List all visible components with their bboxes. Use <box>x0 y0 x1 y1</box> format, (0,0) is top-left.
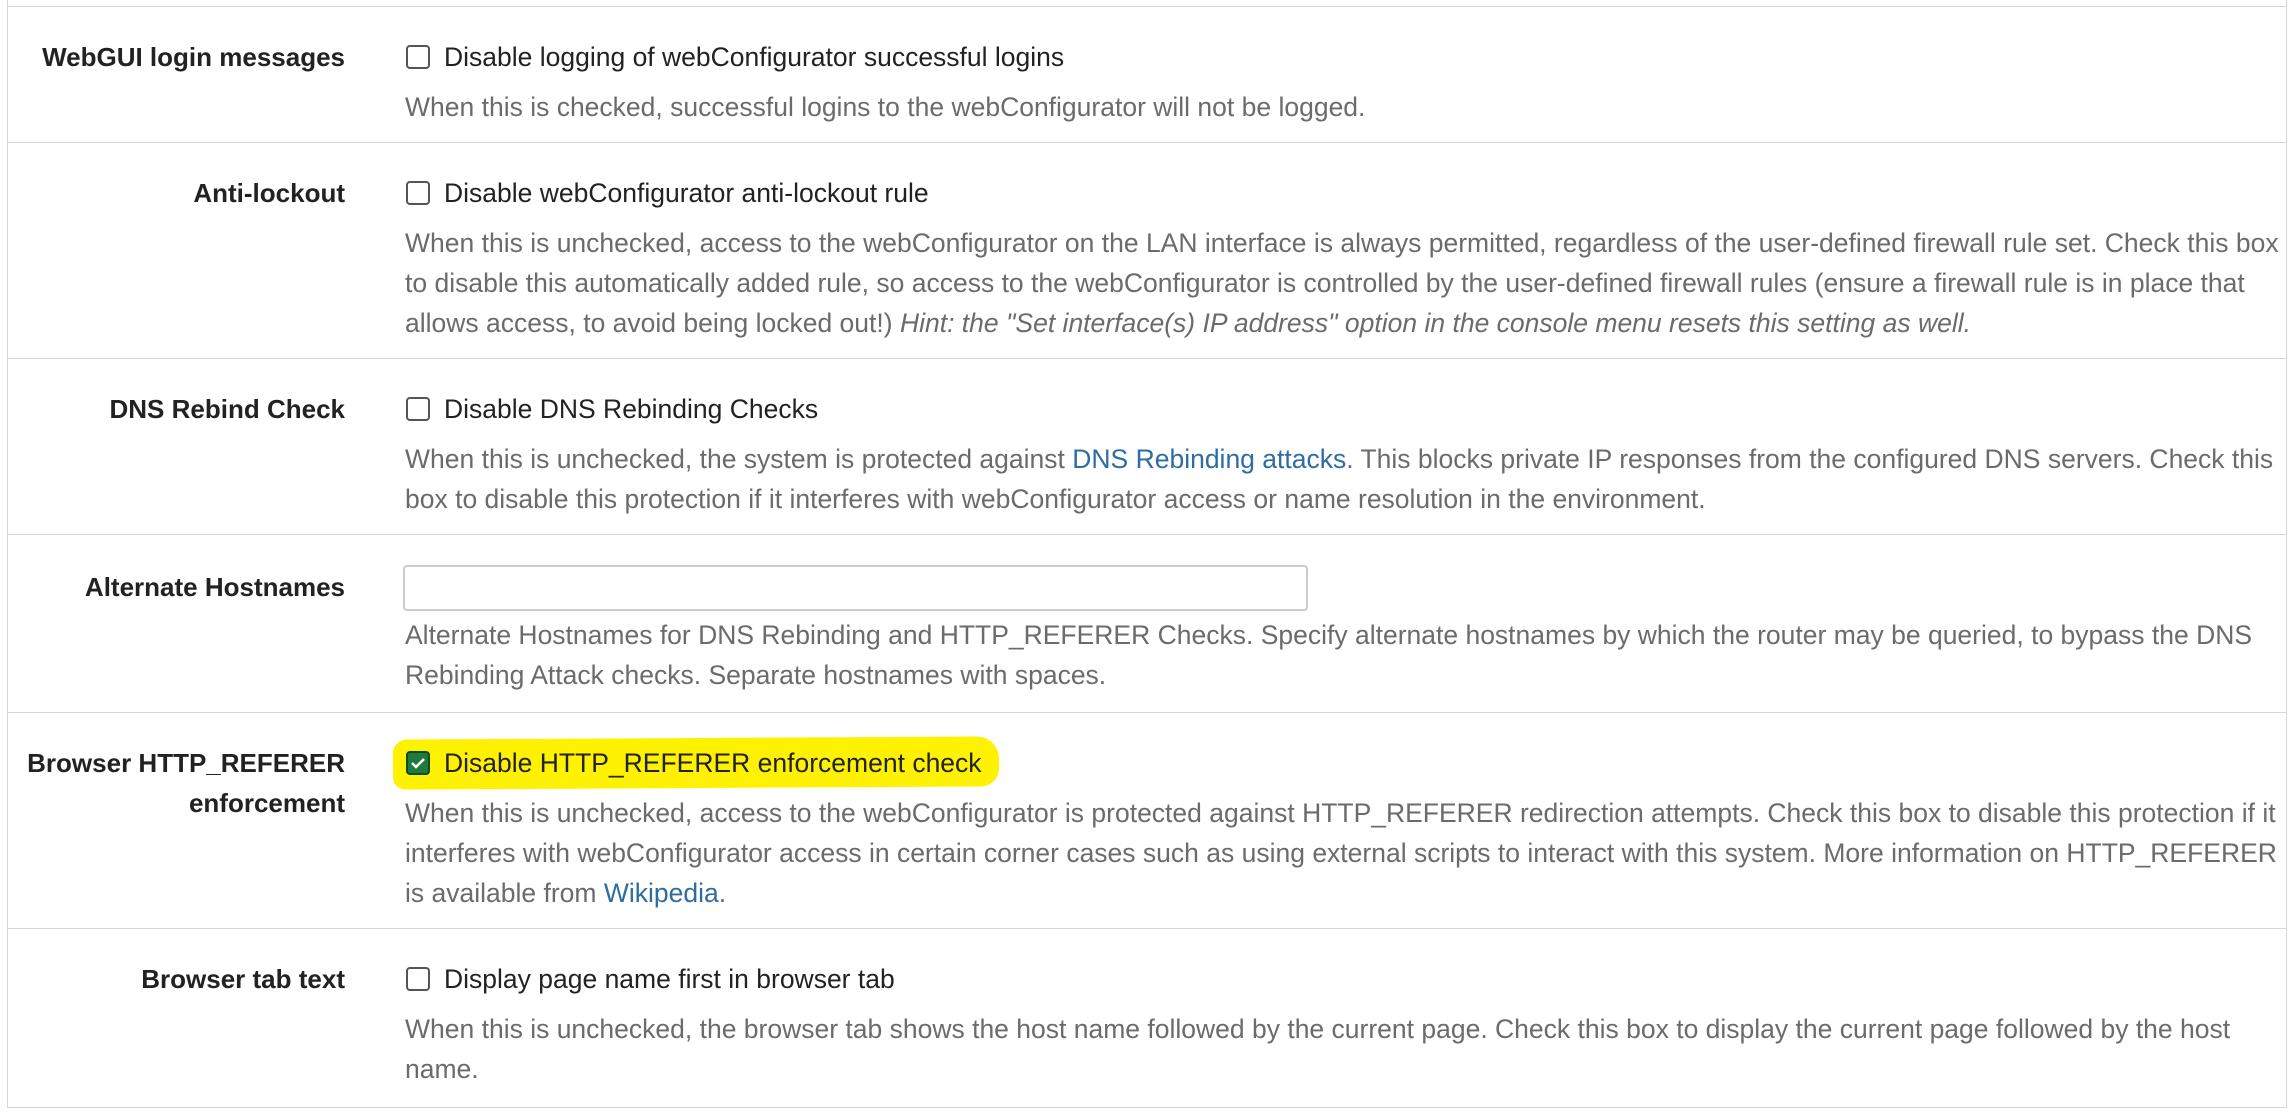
disable-http-referer-checkbox[interactable] <box>406 751 430 775</box>
row-label: Browser HTTP_REFERER enforcement <box>8 743 345 823</box>
disable-dns-rebinding-checkbox[interactable] <box>406 397 430 421</box>
alternate-hostnames-input[interactable] <box>403 565 1308 611</box>
checkbox-label[interactable]: Disable logging of webConfigurator succe… <box>444 42 1064 73</box>
row-label-line-1: Browser HTTP_REFERER <box>27 748 345 778</box>
help-text: When this is unchecked, the system is pr… <box>405 439 2280 519</box>
checkbox-label[interactable]: Disable webConfigurator anti-lockout rul… <box>444 178 929 209</box>
help-text: Alternate Hostnames for DNS Rebinding an… <box>405 620 2253 690</box>
help-hint: Hint: the "Set interface(s) IP address" … <box>899 308 1971 338</box>
checkbox-label[interactable]: Display page name first in browser tab <box>444 964 895 995</box>
row-label: Browser tab text <box>141 964 345 994</box>
row-browser-tab-text: Browser tab text Display page name first… <box>8 928 2286 1109</box>
row-label: Anti-lockout <box>193 178 345 208</box>
row-dns-rebind-check: DNS Rebind Check Disable DNS Rebinding C… <box>8 358 2286 535</box>
row-label: Alternate Hostnames <box>84 572 345 602</box>
dns-rebinding-attacks-link[interactable]: DNS Rebinding attacks <box>1072 444 1346 474</box>
checkbox-line[interactable]: Disable webConfigurator anti-lockout rul… <box>405 173 929 213</box>
help-text: When this is unchecked, the browser tab … <box>405 1014 2231 1084</box>
help-text: When this is unchecked, access to the we… <box>405 793 2280 913</box>
advanced-admin-settings-panel: WebGUI login messages Disable logging of… <box>7 0 2287 1108</box>
disable-login-logging-checkbox[interactable] <box>406 45 430 69</box>
checkbox-label[interactable]: Disable HTTP_REFERER enforcement check <box>444 748 982 779</box>
row-alternate-hostnames: Alternate Hostnames Alternate Hostnames … <box>8 534 2286 713</box>
row-browser-http-referer: Browser HTTP_REFERER enforcement Disable… <box>8 712 2286 929</box>
help-text: When this is unchecked, access to the we… <box>405 223 2280 343</box>
checkbox-line[interactable]: Disable DNS Rebinding Checks <box>405 389 818 429</box>
checkbox-label[interactable]: Disable DNS Rebinding Checks <box>444 394 818 425</box>
page-name-first-checkbox[interactable] <box>406 967 430 991</box>
row-label: WebGUI login messages <box>42 42 345 72</box>
help-before: When this is unchecked, the system is pr… <box>405 444 1065 474</box>
row-webgui-login-messages: WebGUI login messages Disable logging of… <box>8 6 2286 143</box>
checkbox-line[interactable]: Disable HTTP_REFERER enforcement check <box>405 743 982 783</box>
help-text: When this is checked, successful logins … <box>405 92 1366 122</box>
help-after: . <box>718 878 727 908</box>
checkbox-line[interactable]: Disable logging of webConfigurator succe… <box>405 37 1064 77</box>
disable-anti-lockout-checkbox[interactable] <box>406 181 430 205</box>
row-anti-lockout: Anti-lockout Disable webConfigurator ant… <box>8 142 2286 359</box>
checkbox-line[interactable]: Display page name first in browser tab <box>405 959 895 999</box>
row-label-line-2: enforcement <box>188 788 345 818</box>
row-label: DNS Rebind Check <box>109 394 346 424</box>
wikipedia-link[interactable]: Wikipedia <box>604 878 719 908</box>
